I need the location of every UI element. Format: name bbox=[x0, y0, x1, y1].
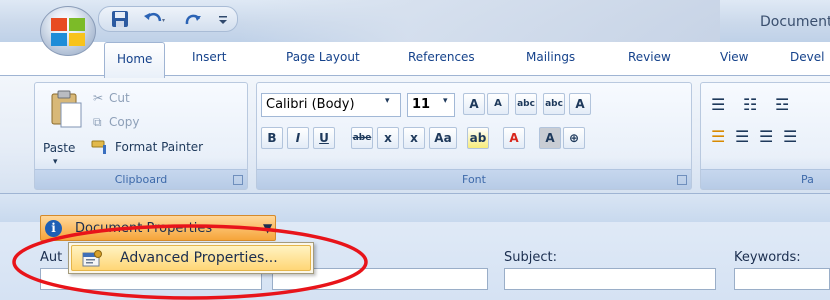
title-bar-gradient bbox=[240, 0, 720, 42]
copy-icon[interactable]: ⧉ bbox=[93, 115, 102, 130]
paste-button[interactable]: Paste bbox=[43, 141, 75, 155]
tab-mailings[interactable]: Mailings bbox=[526, 50, 575, 64]
office-logo-icon bbox=[51, 18, 85, 46]
highlight-button[interactable]: ab bbox=[467, 127, 489, 149]
copy-button[interactable]: Copy bbox=[109, 115, 139, 129]
font-launcher-icon[interactable] bbox=[677, 175, 687, 185]
character-shading-button[interactable]: A bbox=[539, 127, 561, 149]
keywords-field[interactable] bbox=[734, 268, 830, 290]
chevron-down-icon: ▼ bbox=[263, 221, 273, 235]
info-icon: i bbox=[45, 220, 62, 237]
document-properties-button[interactable]: i Document Properties ▼ bbox=[40, 215, 276, 241]
subject-label: Subject: bbox=[504, 250, 557, 265]
align-right-icon[interactable]: ☰ bbox=[759, 127, 773, 146]
font-name-combo[interactable]: Calibri (Body) bbox=[261, 93, 401, 117]
grow-font-button[interactable]: A bbox=[463, 93, 485, 115]
save-icon[interactable] bbox=[111, 10, 131, 28]
font-group: Calibri (Body) ▾ 11 ▾ A A abc abc A B I … bbox=[256, 82, 692, 190]
tab-references[interactable]: References bbox=[408, 50, 475, 64]
font-color-button[interactable]: A bbox=[503, 127, 525, 149]
multilevel-list-icon[interactable]: ☲ bbox=[775, 95, 789, 114]
italic-button[interactable]: I bbox=[287, 127, 309, 149]
justify-icon[interactable]: ☰ bbox=[783, 127, 797, 146]
tab-page-layout[interactable]: Page Layout bbox=[286, 50, 360, 64]
cut-icon[interactable]: ✂ bbox=[93, 91, 103, 105]
clear-formatting-button[interactable]: abc bbox=[515, 93, 537, 115]
advanced-properties-menu-item[interactable]: Advanced Properties... bbox=[71, 245, 311, 271]
tab-view[interactable]: View bbox=[720, 50, 748, 64]
properties-icon bbox=[82, 250, 102, 267]
subject-field[interactable] bbox=[504, 268, 716, 290]
document-properties-label: Document Properties bbox=[75, 221, 213, 236]
character-border-button[interactable]: A bbox=[569, 93, 591, 115]
clipboard-caption: Clipboard bbox=[35, 169, 247, 189]
font-name-dropdown-icon[interactable]: ▾ bbox=[385, 96, 390, 106]
clipboard-group: Paste ▾ ✂ Cut ⧉ Copy Format Painter Clip… bbox=[34, 82, 248, 190]
redo-icon[interactable] bbox=[183, 10, 203, 28]
advanced-properties-label: Advanced Properties... bbox=[120, 250, 278, 266]
author-label: Aut bbox=[40, 250, 63, 265]
paragraph-caption: Pa bbox=[701, 169, 830, 189]
phonetic-guide-button[interactable]: abc bbox=[543, 93, 565, 115]
title-bar: Document bbox=[0, 0, 830, 42]
tab-insert[interactable]: Insert bbox=[192, 50, 226, 64]
bullets-icon[interactable]: ☰ bbox=[711, 95, 725, 114]
tab-home[interactable]: Home bbox=[104, 42, 166, 78]
paste-icon[interactable] bbox=[49, 89, 83, 132]
tab-developer[interactable]: Devel bbox=[790, 50, 824, 64]
tab-review[interactable]: Review bbox=[628, 50, 671, 64]
window-title: Document bbox=[760, 14, 830, 30]
subscript-button[interactable]: x bbox=[377, 127, 399, 149]
format-painter-icon[interactable] bbox=[91, 139, 109, 158]
font-size-dropdown-icon[interactable]: ▾ bbox=[443, 96, 448, 106]
change-case-button[interactable]: Aa bbox=[429, 127, 457, 149]
quick-access-toolbar bbox=[98, 6, 238, 32]
strikethrough-button[interactable]: abe bbox=[351, 127, 373, 149]
keywords-label: Keywords: bbox=[734, 250, 801, 265]
numbering-icon[interactable]: ☷ bbox=[743, 95, 757, 114]
clipboard-launcher-icon[interactable] bbox=[233, 175, 243, 185]
underline-button[interactable]: U bbox=[313, 127, 335, 149]
cut-button[interactable]: Cut bbox=[109, 91, 130, 105]
bold-button[interactable]: B bbox=[261, 127, 283, 149]
undo-icon[interactable] bbox=[143, 10, 165, 28]
font-caption: Font bbox=[257, 169, 691, 189]
ribbon: Paste ▾ ✂ Cut ⧉ Copy Format Painter Clip… bbox=[0, 75, 830, 193]
align-left-icon[interactable]: ☰ bbox=[711, 127, 725, 146]
align-center-icon[interactable]: ☰ bbox=[735, 127, 749, 146]
paste-dropdown-icon[interactable]: ▾ bbox=[53, 157, 58, 167]
shrink-font-button[interactable]: A bbox=[487, 93, 509, 115]
document-properties-menu: Advanced Properties... bbox=[68, 242, 314, 274]
paragraph-group: ☰ ☷ ☲ ☰ ☰ ☰ ☰ Pa bbox=[700, 82, 830, 190]
office-button[interactable] bbox=[40, 6, 96, 56]
customize-icon[interactable] bbox=[217, 10, 237, 28]
format-painter-button[interactable]: Format Painter bbox=[115, 140, 203, 154]
superscript-button[interactable]: x bbox=[403, 127, 425, 149]
ribbon-tabs: Home Insert Page Layout References Maili… bbox=[0, 42, 830, 78]
enclose-characters-icon[interactable]: ⊕ bbox=[563, 127, 585, 149]
